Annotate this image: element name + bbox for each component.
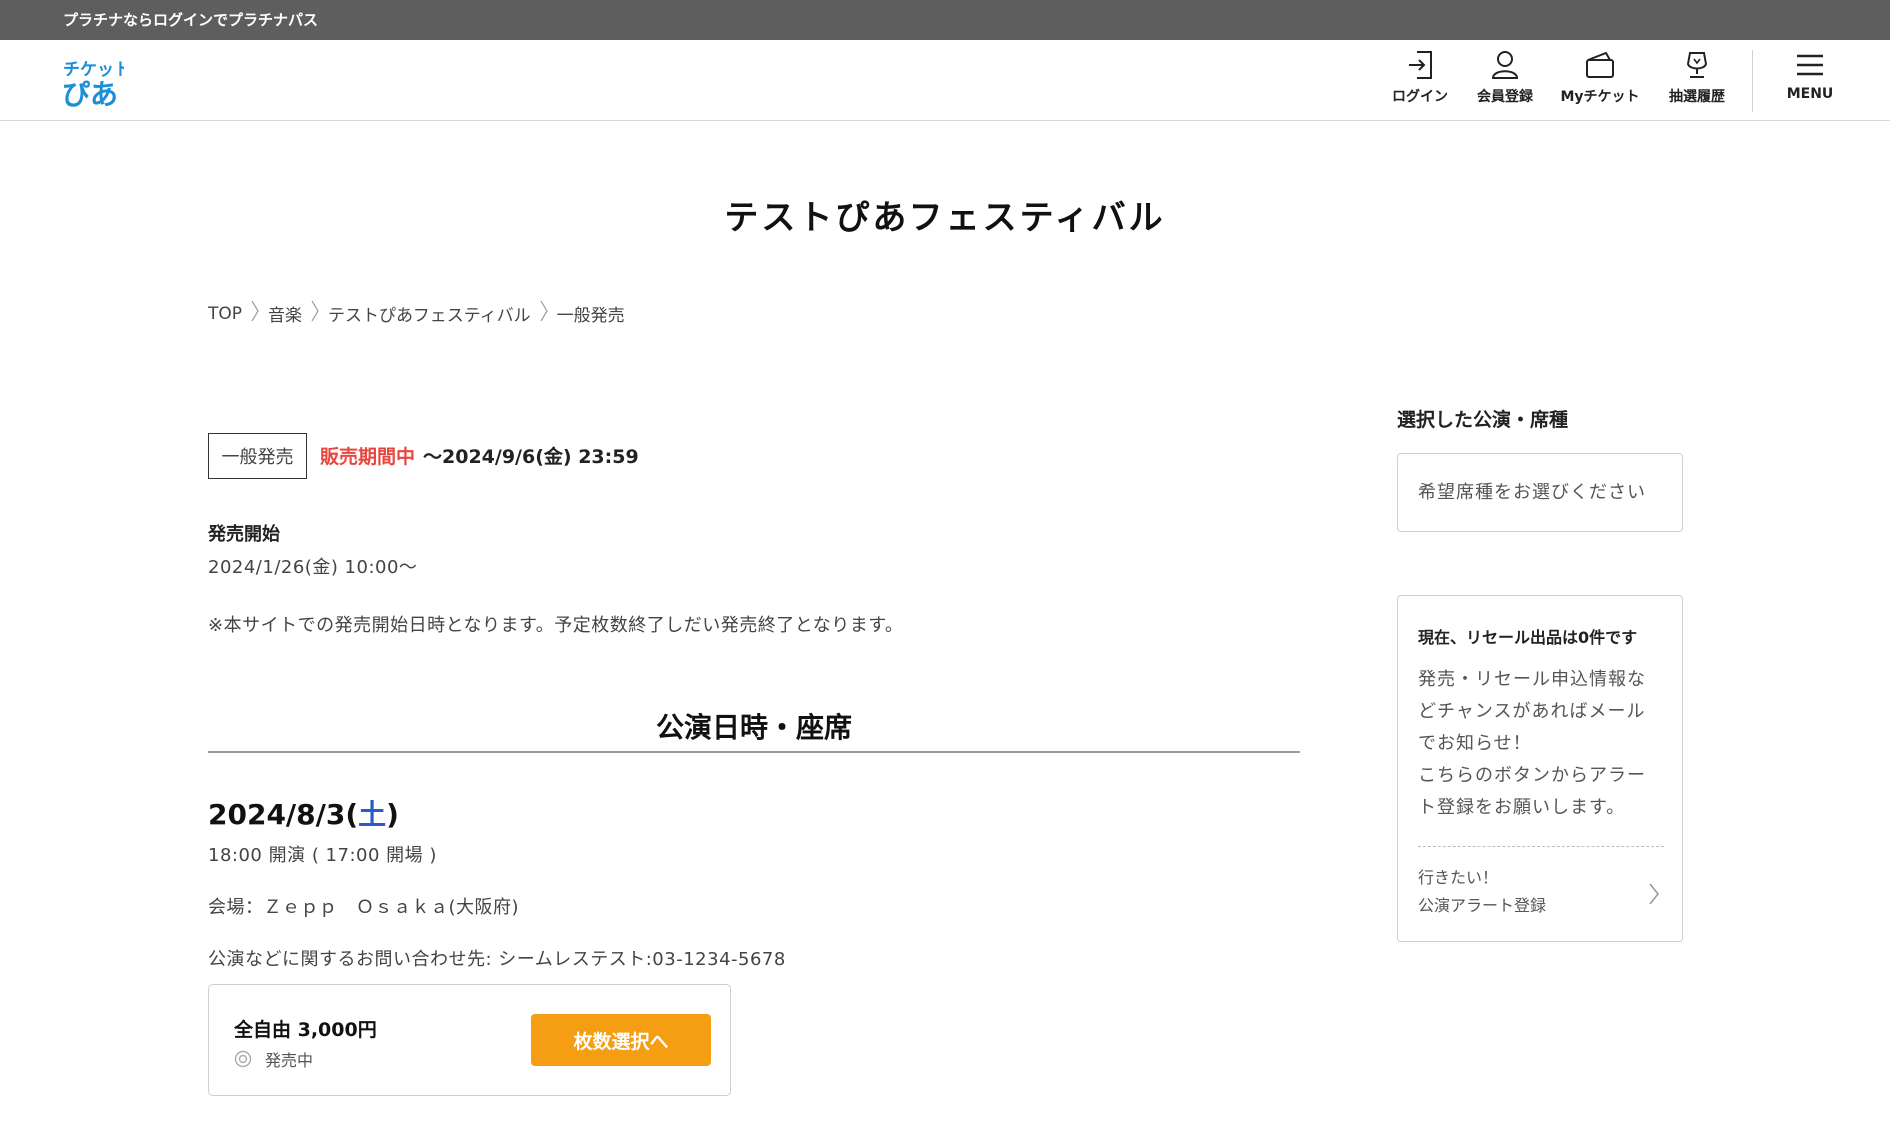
performance-time: 18:00 開演 ( 17:00 開場 ) [208,845,437,866]
login-icon [1409,51,1432,79]
nav-divider [1752,50,1753,112]
sale-type-badge: 一般発売 [208,433,307,479]
resale-desc-line: でお知らせ！ [1418,733,1532,754]
platinum-banner-text: プラチナならログインでプラチナパス [63,11,319,29]
resale-desc-line: どチャンスがあればメール [1418,701,1646,722]
page-title: テストぴあフェスティバル [724,198,1166,238]
nav-login-label: ログイン [1392,89,1448,105]
performance-date: 2024/8/3(土) [208,793,399,833]
resale-box: 現在、リセール出品は0件です 発売・リセール申込情報な どチャンスがあればメール… [1397,595,1683,942]
resale-desc-line: ト登録をお願いします。 [1418,797,1626,818]
sale-status: 販売期間中 〜2024/9/6(金) 23:59 [320,442,639,469]
seat-type-select[interactable]: 希望席種をお選びください [1397,453,1683,532]
menu-button[interactable]: MENU [1765,50,1855,112]
ticket-status-text: 発売中 [265,1051,314,1070]
breadcrumb-event[interactable]: テストぴあフェスティバル [328,301,531,326]
section-divider [208,751,1300,753]
ticket-card: 全自由 3,000円 発売中 枚数選択へ [208,984,731,1096]
trophy-icon [1686,52,1708,78]
performance-venue: 会場：Ｚｅｐｐ Ｏｓａｋａ(大阪府) [208,897,520,918]
chevron-right-icon [251,300,259,327]
alert-line-1: 行きたい！ [1418,868,1499,887]
sale-note: ※本サイトでの発売開始日時となります。予定枚数終了しだい発売終了となります。 [208,615,904,636]
ticket-seat-price: 全自由 3,000円 [234,1019,377,1041]
platinum-banner[interactable]: プラチナならログインでプラチナパス [0,0,1890,40]
svg-text:ぴあ: ぴあ [62,79,118,108]
nav-my-ticket-label: Myチケット [1560,89,1640,105]
nav-login[interactable]: ログイン [1375,50,1465,112]
dashed-divider [1418,846,1664,847]
select-quantity-button[interactable]: 枚数選択へ [531,1014,711,1066]
performance-date-main: 2024/8/3( [208,798,359,831]
nav-my-ticket[interactable]: Myチケット [1555,50,1645,112]
section-title-performance: 公演日時・座席 [655,711,852,744]
breadcrumb-music[interactable]: 音楽 [268,301,302,326]
chevron-right-icon [311,300,319,327]
logo-icon: チケット ぴあ [62,60,131,110]
resale-desc-line: 発売・リセール申込情報な [1418,669,1646,690]
double-circle-icon [234,1050,252,1068]
chevron-right-icon [1649,883,1660,905]
ticket-status: 発売中 [234,1047,313,1071]
sale-start-value: 2024/1/26(金) 10:00〜 [208,557,418,578]
nav-lottery-history[interactable]: 抽選履歴 [1652,50,1742,112]
nav-register-label: 会員登録 [1477,89,1533,105]
seat-type-placeholder: 希望席種をお選びください [1418,482,1646,503]
resale-desc-line: こちらのボタンからアラー [1418,765,1646,786]
selected-performance-title: 選択した公演・席種 [1397,409,1569,431]
ticket-icon [1586,51,1614,78]
nav-register[interactable]: 会員登録 [1460,50,1550,112]
breadcrumb: TOP 音楽 テストぴあフェスティバル 一般発売 [208,300,625,327]
resale-description: 発売・リセール申込情報な どチャンスがあればメール でお知らせ！ こちらのボタン… [1418,664,1668,824]
nav-lottery-history-label: 抽選履歴 [1669,89,1725,105]
svg-text:チケット: チケット [63,60,124,79]
sale-status-label: 販売期間中 [320,446,416,468]
breadcrumb-top[interactable]: TOP [208,304,242,324]
ticket-pia-logo[interactable]: チケット ぴあ [62,54,131,110]
site-header: チケット ぴあ ログイン 会員登録 Myチケット 抽選履歴 MENU [0,40,1890,121]
alert-line-2: 公演アラート登録 [1418,896,1547,915]
performance-alert-link[interactable]: 行きたい！ 公演アラート登録 [1418,864,1664,924]
performance-contact: 公演などに関するお問い合わせ先: シームレステスト:03-1234-5678 [208,949,786,970]
menu-label: MENU [1786,86,1834,102]
sale-start-label: 発売開始 [208,524,280,545]
breadcrumb-current: 一般発売 [556,306,625,326]
chevron-right-icon [540,300,548,327]
sale-period: 〜2024/9/6(金) 23:59 [423,446,639,468]
performance-day: 土 [358,798,387,831]
resale-title: 現在、リセール出品は0件です [1418,628,1638,647]
user-icon [1491,51,1519,79]
performance-date-close: ) [386,798,399,831]
hamburger-icon [1797,54,1823,76]
